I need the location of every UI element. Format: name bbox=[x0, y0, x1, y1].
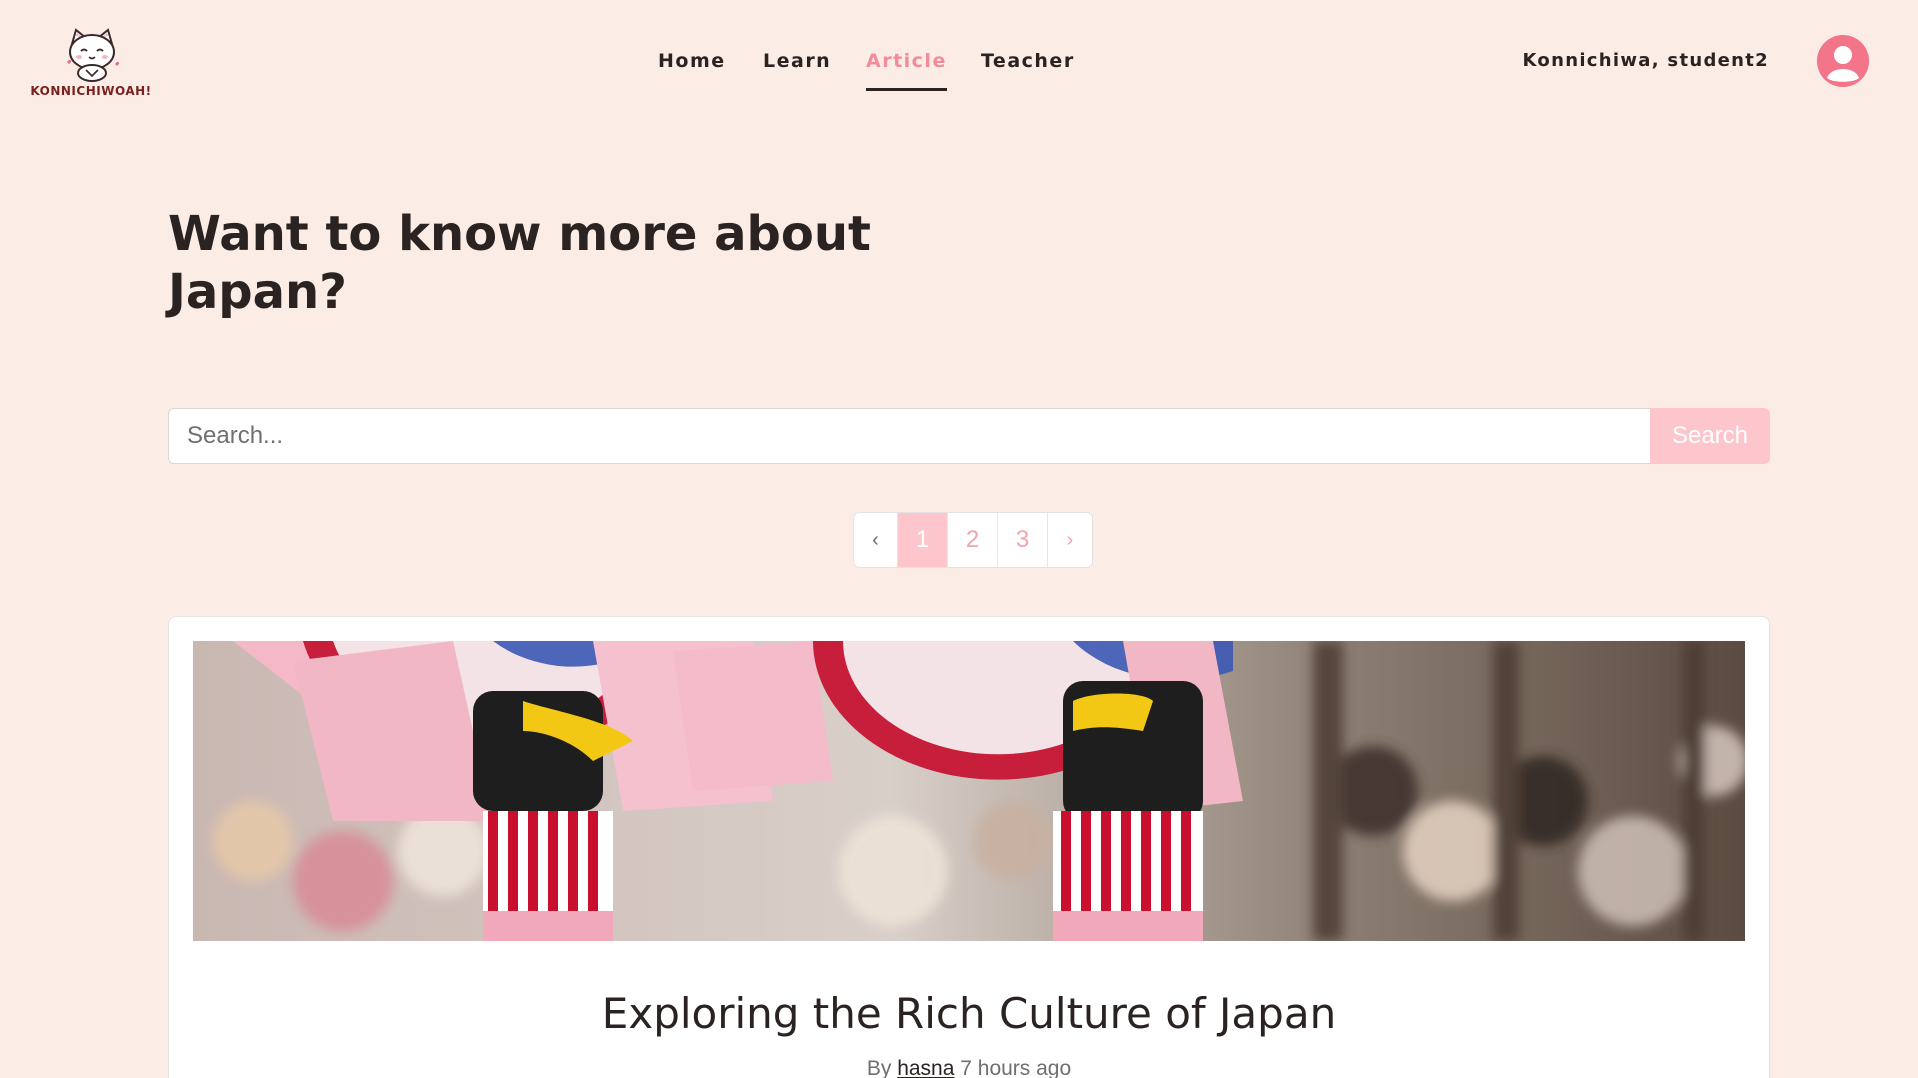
user-avatar-icon bbox=[1817, 35, 1869, 87]
site-header: KONNICHIWOAH! Home Learn Article Teacher… bbox=[0, 0, 1918, 125]
search-bar: Search bbox=[168, 408, 1770, 464]
nav-item-learn[interactable]: Learn bbox=[763, 50, 831, 72]
page-title: Want to know more about Japan? bbox=[168, 206, 871, 320]
search-input[interactable] bbox=[168, 408, 1650, 464]
article-card[interactable]: Exploring the Rich Culture of Japan By h… bbox=[168, 616, 1770, 1078]
nav-item-teacher[interactable]: Teacher bbox=[981, 50, 1075, 72]
article-title[interactable]: Exploring the Rich Culture of Japan bbox=[169, 989, 1769, 1038]
nav-item-article-label: Article bbox=[866, 50, 947, 72]
article-timestamp: 7 hours ago bbox=[960, 1057, 1072, 1078]
user-greeting: Konnichiwa, student2 bbox=[1522, 50, 1769, 71]
nav-item-article[interactable]: Article bbox=[866, 50, 947, 91]
article-cover-image[interactable] bbox=[193, 641, 1745, 941]
article-by-label: By bbox=[866, 1057, 892, 1078]
pagination: ‹ 1 2 3 › bbox=[853, 512, 1093, 568]
pagination-next-button[interactable]: › bbox=[1048, 513, 1092, 567]
active-nav-underline bbox=[866, 88, 947, 91]
nav-item-home[interactable]: Home bbox=[658, 50, 726, 72]
article-author-link[interactable]: hasna bbox=[897, 1057, 954, 1078]
festival-dancers-image bbox=[193, 641, 1745, 941]
pagination-page-2[interactable]: 2 bbox=[948, 513, 998, 567]
pagination-prev-button[interactable]: ‹ bbox=[854, 513, 898, 567]
pagination-page-3[interactable]: 3 bbox=[998, 513, 1048, 567]
user-avatar[interactable] bbox=[1817, 35, 1869, 87]
search-button[interactable]: Search bbox=[1650, 408, 1770, 464]
pagination-page-1[interactable]: 1 bbox=[898, 513, 948, 567]
article-meta: By hasna 7 hours ago bbox=[169, 1057, 1769, 1078]
